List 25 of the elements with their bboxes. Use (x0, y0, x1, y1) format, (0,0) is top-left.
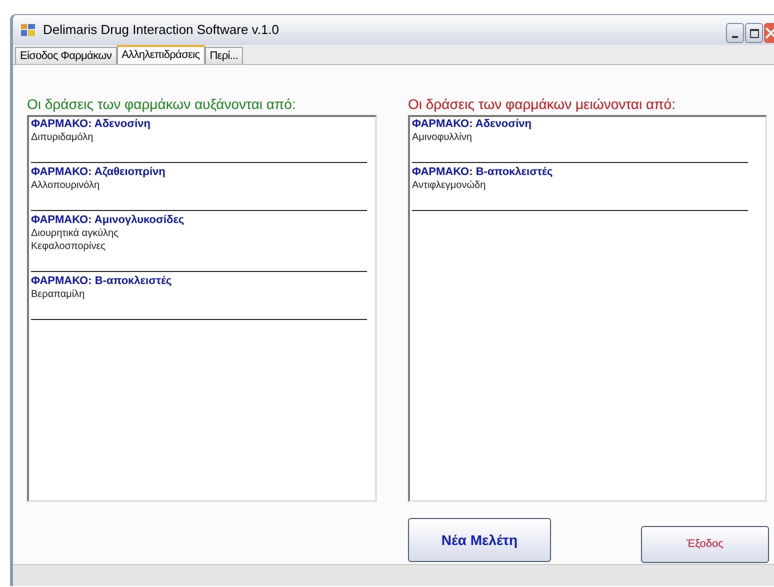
interacting-drug: Αμινοφυλλίνη (412, 131, 473, 144)
drug-name: ΦΑΡΜΑΚΟ: Αζαθειοπρίνη (31, 166, 166, 179)
window-title: Delimaris Drug Interaction Software v.1.0 (43, 21, 280, 40)
tab[interactable]: Αλληλεπιδράσεις (116, 45, 205, 64)
tab[interactable]: Περί... (204, 47, 244, 64)
interacting-drug: Αλλοπουρινόλη (31, 179, 101, 192)
drug-name: ΦΑΡΜΑΚΟ: Αμινογλυκοσίδες (31, 214, 186, 227)
drug-name: ΦΑΡΜΑΚΟ: Αδενοσίνη (412, 118, 533, 131)
section-heading: Οι δράσεις των φαρμάκων αυξάνονται από: (27, 95, 297, 113)
section-heading: Οι δράσεις των φαρμάκων μειώνονται από: (408, 95, 676, 113)
new-study-button[interactable]: Νέα Μελέτη (408, 518, 551, 562)
minimize-button[interactable] (726, 23, 744, 43)
interacting-drug: Βεραπαμίλη (31, 288, 86, 301)
tab[interactable]: Είσοδος Φαρμάκων (15, 47, 117, 64)
drug-name: ΦΑΡΜΑΚΟ: Β-αποκλειστές (31, 275, 173, 288)
close-button[interactable] (764, 23, 774, 43)
interacting-drug: Διπυριδαμόλη (31, 131, 94, 144)
exit-button[interactable]: Έξοδος (641, 526, 769, 563)
interacting-drug: Κεφαλοσπορίνες (31, 240, 106, 253)
interacting-drug: Αντιφλεγμονώδη (412, 179, 487, 192)
app-icon (21, 24, 35, 36)
drug-name: ΦΑΡΜΑΚΟ: Αδενοσίνη (31, 118, 152, 131)
interacting-drug: Διουρητικά αγκύλης (31, 227, 120, 240)
drug-name: ΦΑΡΜΑΚΟ: Β-αποκλειστές (412, 166, 554, 179)
maximize-button[interactable] (745, 23, 763, 43)
